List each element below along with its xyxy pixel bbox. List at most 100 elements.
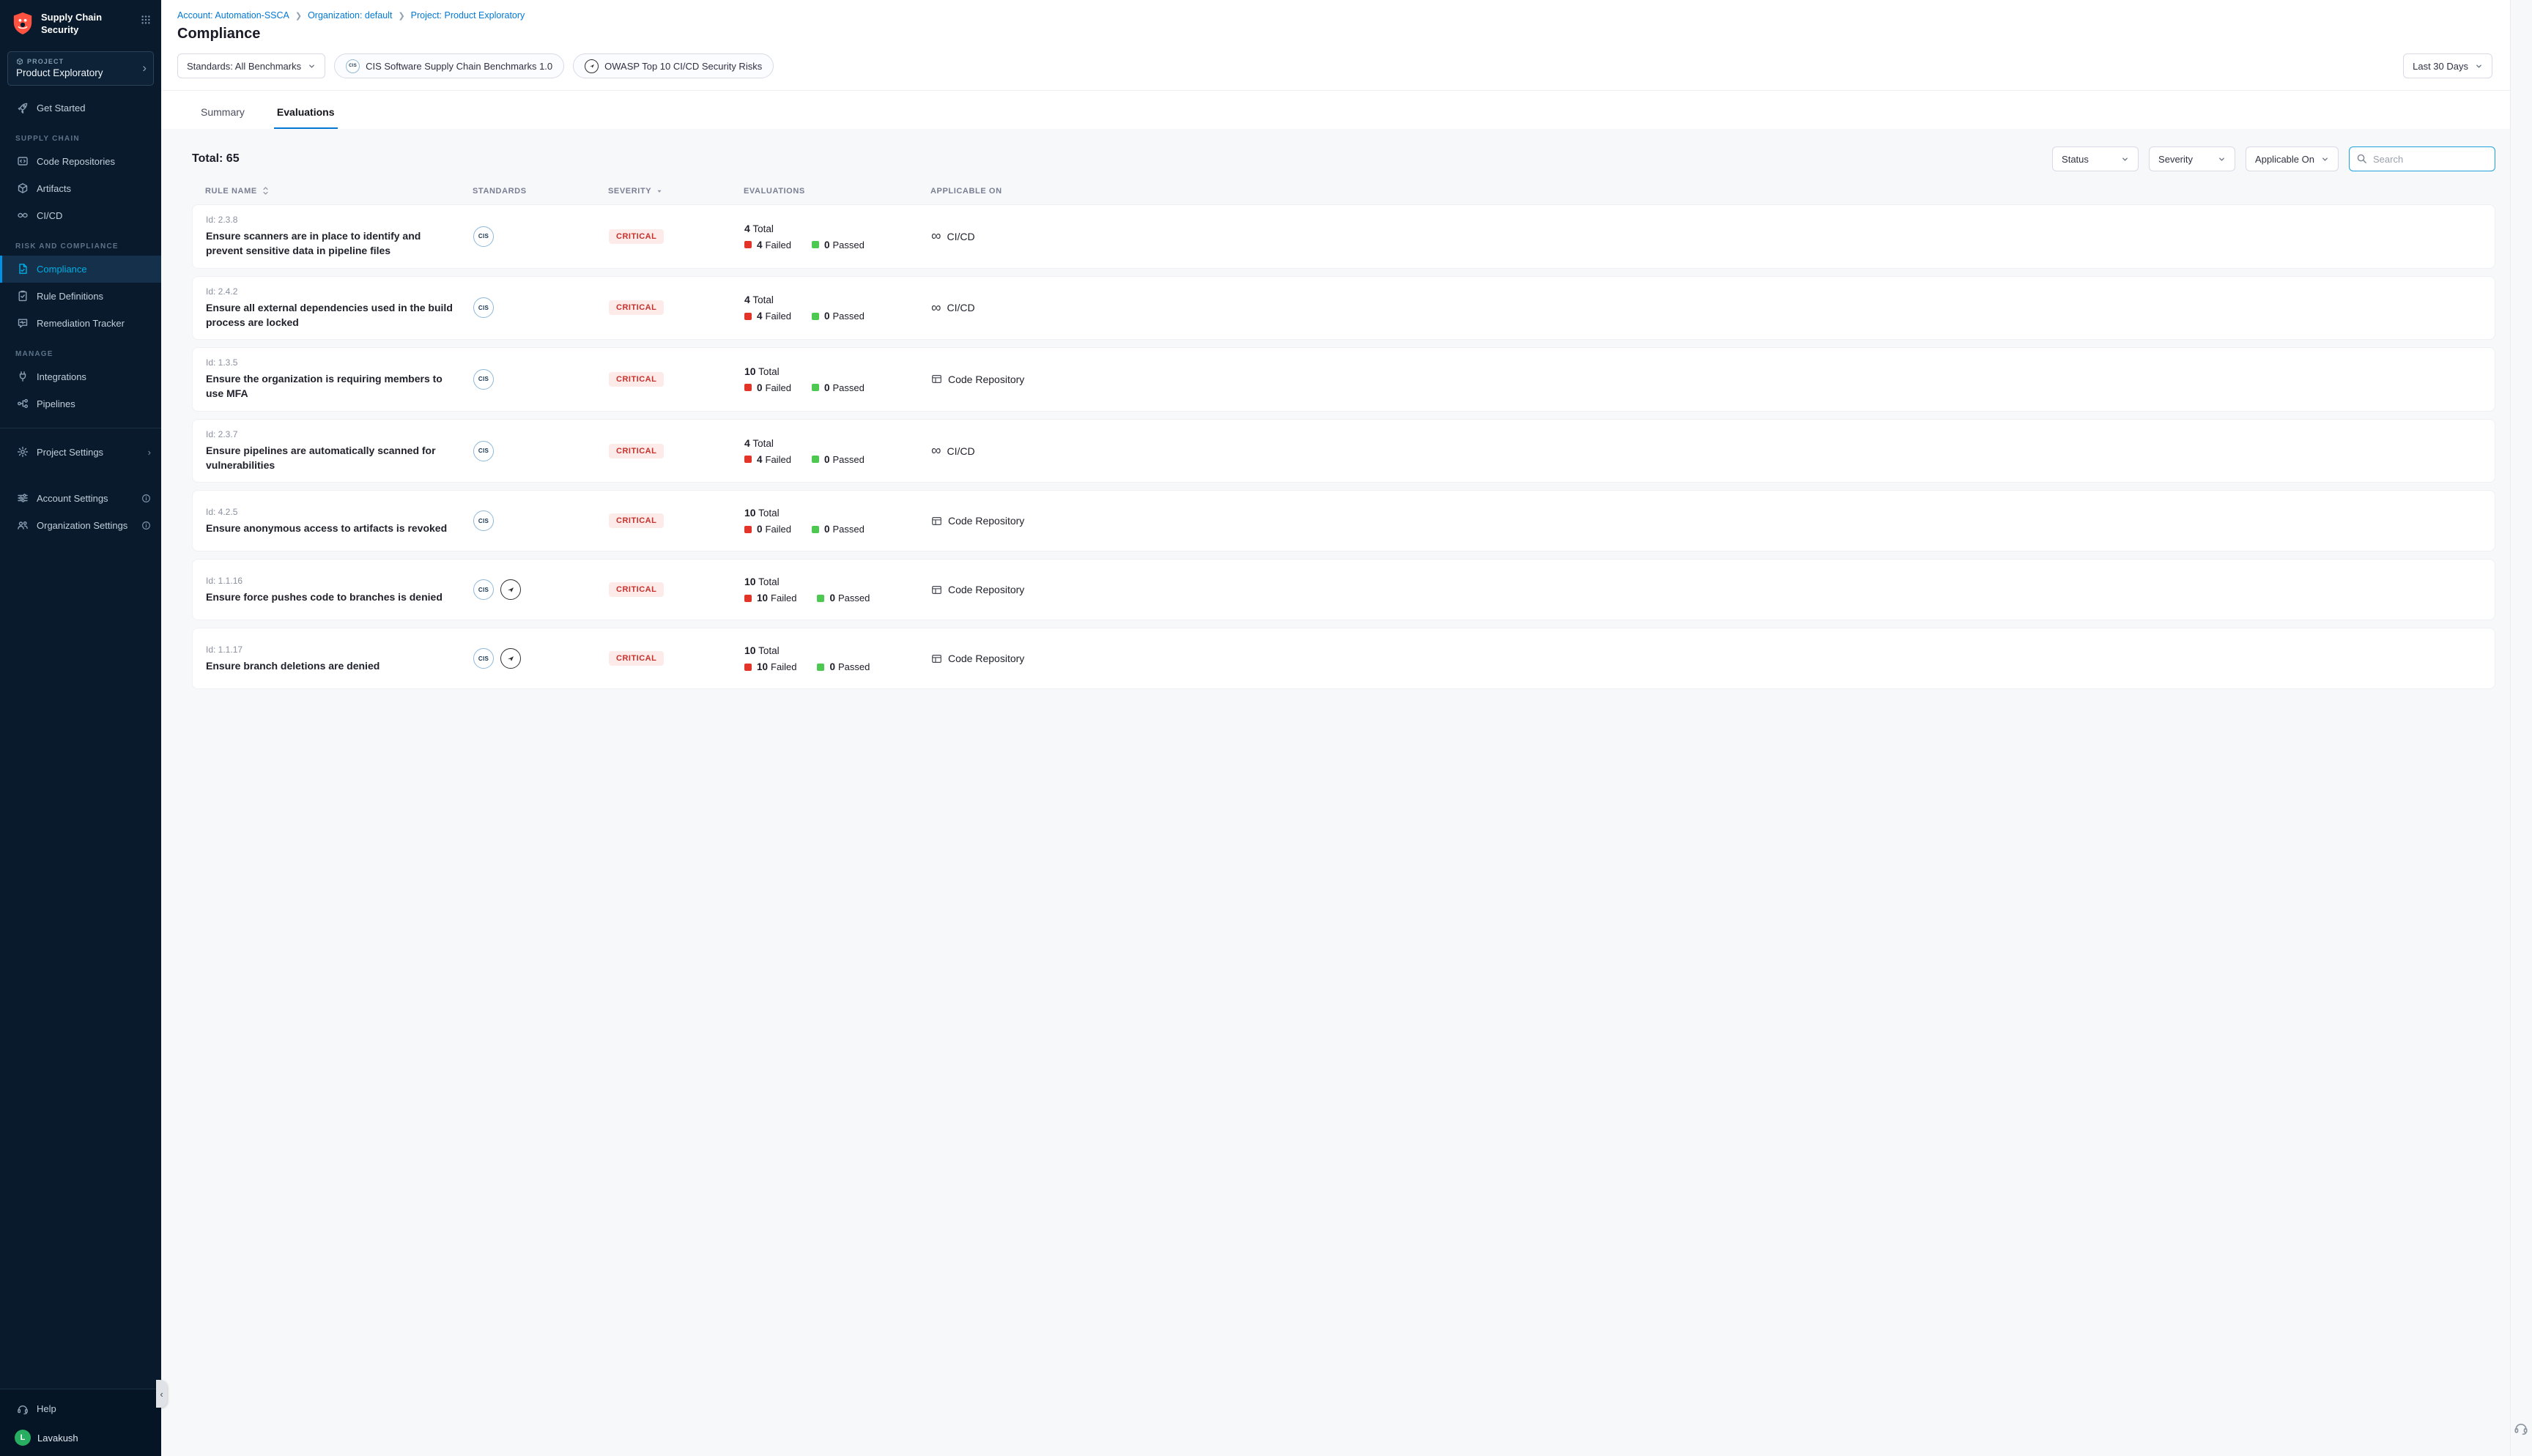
severity-badge: CRITICAL <box>609 372 664 387</box>
applicable-on-cell: ∞ CI/CD <box>931 444 2483 458</box>
gear-icon <box>17 446 29 458</box>
rule-name: Ensure pipelines are automatically scann… <box>206 443 455 473</box>
support-headset-icon[interactable] <box>2514 1421 2528 1435</box>
breadcrumb-project-link[interactable]: Project: Product Exploratory <box>411 10 525 21</box>
info-icon <box>141 494 151 503</box>
passed-indicator <box>812 384 819 391</box>
sidebar-item-label: Pipelines <box>37 398 75 409</box>
tab-bar: Summary Evaluations <box>161 91 2510 129</box>
evaluations-cell: 4 Total 4Failed 0Passed <box>744 294 931 322</box>
sidebar-footer: Help L Lavakush <box>0 1389 161 1456</box>
project-cube-icon <box>16 58 23 65</box>
rule-id: Id: 1.3.5 <box>206 357 473 368</box>
user-menu[interactable]: L Lavakush <box>0 1422 161 1447</box>
table-row[interactable]: Id: 2.3.8 Ensure scanners are in place t… <box>192 204 2495 269</box>
sidebar-item-label: Rule Definitions <box>37 291 103 302</box>
breadcrumb-account-link[interactable]: Account: Automation-SSCA <box>177 10 289 21</box>
app-root: Supply Chain Security PROJECT Product Ex… <box>0 0 2532 1456</box>
chevron-right-icon: › <box>148 447 151 458</box>
applicable-on-cell: ∞ CI/CD <box>931 229 2483 243</box>
sidebar-item-get-started[interactable]: Get Started <box>0 94 161 122</box>
sort-icon <box>262 186 270 196</box>
failed-indicator <box>744 526 752 533</box>
table-row[interactable]: Id: 1.3.5 Ensure the organization is req… <box>192 347 2495 412</box>
column-header-rule-name[interactable]: RULE NAME <box>205 186 473 196</box>
search-input[interactable] <box>2349 146 2495 171</box>
sidebar-item-compliance[interactable]: Compliance <box>0 256 161 283</box>
rule-id: Id: 2.3.7 <box>206 429 473 439</box>
applicable-on-filter-dropdown[interactable]: Applicable On <box>2246 146 2339 171</box>
table-row[interactable]: Id: 2.3.7 Ensure pipelines are automatic… <box>192 419 2495 483</box>
rule-name: Ensure scanners are in place to identify… <box>206 229 455 259</box>
date-range-dropdown[interactable]: Last 30 Days <box>2403 53 2492 78</box>
cicd-icon: ∞ <box>931 300 941 316</box>
sidebar-item-label: Remediation Tracker <box>37 318 125 329</box>
brand: Supply Chain Security <box>0 0 161 45</box>
severity-badge: CRITICAL <box>609 229 664 244</box>
sidebar-item-help[interactable]: Help <box>0 1395 161 1422</box>
sidebar: Supply Chain Security PROJECT Product Ex… <box>0 0 161 1456</box>
status-filter-dropdown[interactable]: Status <box>2052 146 2139 171</box>
breadcrumb-organization-link[interactable]: Organization: default <box>308 10 392 21</box>
severity-badge: CRITICAL <box>609 651 664 666</box>
evaluations-total: 10 Total <box>744 507 931 519</box>
cis-benchmark-chip[interactable]: CIS CIS Software Supply Chain Benchmarks… <box>334 53 564 78</box>
passed-indicator <box>812 313 819 320</box>
sidebar-item-label: Compliance <box>37 264 87 275</box>
sidebar-item-artifacts[interactable]: Artifacts <box>0 175 161 202</box>
tab-evaluations[interactable]: Evaluations <box>274 91 338 129</box>
table-row[interactable]: Id: 2.4.2 Ensure all external dependenci… <box>192 276 2495 341</box>
sidebar-item-account-settings[interactable]: Account Settings <box>0 485 161 512</box>
sidebar-section-supply-chain: SUPPLY CHAIN <box>15 135 161 143</box>
evaluations-cell: 4 Total 4Failed 0Passed <box>744 437 931 465</box>
sidebar-item-cicd[interactable]: CI/CD <box>0 202 161 229</box>
sidebar-item-rule-definitions[interactable]: Rule Definitions <box>0 283 161 310</box>
severity-filter-dropdown[interactable]: Severity <box>2149 146 2235 171</box>
sidebar-item-label: Help <box>37 1403 56 1414</box>
applicable-on-cell: Code Repository <box>931 653 2483 664</box>
rule-id: Id: 1.1.16 <box>206 576 473 586</box>
owasp-standard-icon <box>585 59 599 73</box>
owasp-benchmark-chip[interactable]: OWASP Top 10 CI/CD Security Risks <box>573 53 774 78</box>
table-row[interactable]: Id: 4.2.5 Ensure anonymous access to art… <box>192 490 2495 551</box>
standards-filter-dropdown[interactable]: Standards: All Benchmarks <box>177 53 325 78</box>
standards-cell: CIS <box>473 648 609 669</box>
cis-standard-icon: CIS <box>473 579 494 600</box>
table-row[interactable]: Id: 1.1.17 Ensure branch deletions are d… <box>192 628 2495 689</box>
passed-count: 0Passed <box>812 454 865 465</box>
sidebar-item-organization-settings[interactable]: Organization Settings <box>0 512 161 539</box>
tab-summary[interactable]: Summary <box>198 91 248 129</box>
search-icon <box>2356 153 2367 164</box>
project-selector[interactable]: PROJECT Product Exploratory › <box>7 51 154 86</box>
sidebar-item-code-repositories[interactable]: Code Repositories <box>0 148 161 175</box>
passed-count: 0Passed <box>812 239 865 250</box>
cis-standard-icon: CIS <box>473 510 494 531</box>
column-header-evaluations[interactable]: EVALUATIONS <box>744 187 930 196</box>
applicable-on-label: CI/CD <box>947 302 975 313</box>
chevron-right-icon: ❯ <box>398 11 404 21</box>
column-header-severity[interactable]: SEVERITY <box>608 187 744 196</box>
column-header-applicable-on[interactable]: APPLICABLE ON <box>930 187 2495 196</box>
avatar: L <box>15 1430 31 1446</box>
rules-table-body: Id: 2.3.8 Ensure scanners are in place t… <box>192 204 2495 689</box>
integrations-icon <box>17 371 29 382</box>
code-repository-icon <box>931 653 942 664</box>
table-controls: Total: 65 Status Severity Applicable On <box>192 146 2495 171</box>
sidebar-item-pipelines[interactable]: Pipelines <box>0 390 161 417</box>
passed-count: 0Passed <box>812 311 865 322</box>
sidebar-item-integrations[interactable]: Integrations <box>0 363 161 390</box>
user-name: Lavakush <box>37 1433 78 1444</box>
passed-count: 0Passed <box>817 661 870 672</box>
apps-grid-icon[interactable] <box>141 12 151 25</box>
sidebar-collapse-handle[interactable]: ‹ <box>156 1380 167 1408</box>
cis-standard-icon: CIS <box>473 369 494 390</box>
rule-name: Ensure force pushes code to branches is … <box>206 590 455 604</box>
sidebar-item-label: CI/CD <box>37 210 62 221</box>
sidebar-item-label: Project Settings <box>37 447 103 458</box>
rule-cell: Id: 2.4.2 Ensure all external dependenci… <box>206 286 473 330</box>
sidebar-item-remediation-tracker[interactable]: Remediation Tracker <box>0 310 161 337</box>
table-row[interactable]: Id: 1.1.16 Ensure force pushes code to b… <box>192 559 2495 620</box>
sidebar-item-project-settings[interactable]: Project Settings › <box>0 439 161 466</box>
column-header-standards[interactable]: STANDARDS <box>473 187 608 196</box>
evaluations-total: 10 Total <box>744 645 931 656</box>
